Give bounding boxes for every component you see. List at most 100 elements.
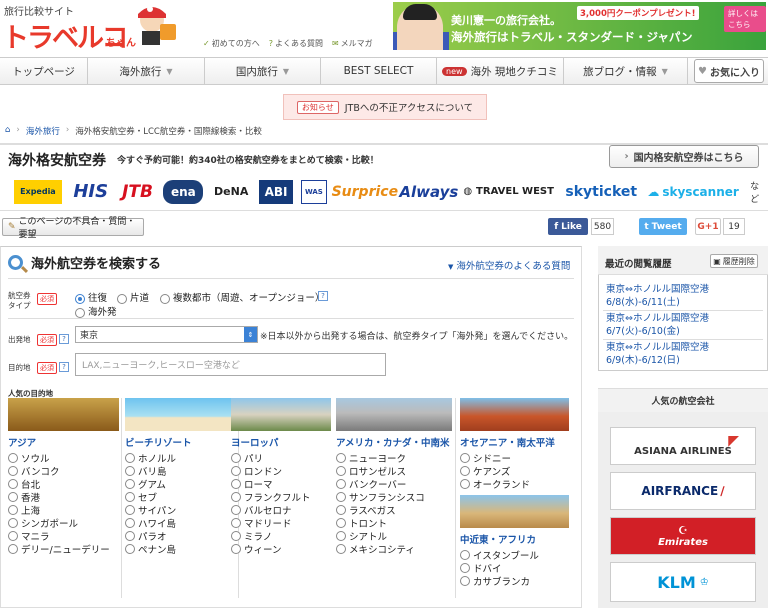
favorites-button[interactable]: ♥ お気に入り [694, 59, 764, 83]
city-option[interactable]: バリ島 [125, 464, 239, 478]
region-name[interactable]: 中近東・アフリカ [460, 532, 572, 546]
agency-logo-dena[interactable]: DeNA [211, 180, 251, 204]
city-option[interactable]: ミラノ [231, 529, 345, 543]
radio-icon [336, 491, 346, 502]
radio-icon [8, 504, 18, 515]
agency-logo-surprice[interactable]: Surprice [332, 180, 398, 204]
home-icon[interactable]: ⌂ [5, 125, 10, 137]
city-option[interactable]: 台北 [8, 477, 122, 491]
agency-logo-always[interactable]: Always [399, 180, 458, 204]
region-beach: ビーチリゾート ホノルル バリ島 グアム セブ サイパン ハワイ島 パラオ ペナ… [125, 398, 239, 598]
agency-logo-jtb[interactable]: JTB [120, 180, 156, 204]
agency-logo-expedia[interactable]: Expedia [14, 179, 62, 204]
agency-logo-skyticket[interactable]: skyticket [562, 180, 640, 204]
facebook-like-button[interactable]: f Like [548, 218, 588, 235]
help-icon[interactable]: ? [318, 291, 328, 301]
airline-airfrance[interactable]: AIRFRANCE ∕ [610, 472, 756, 510]
gplus-button[interactable]: G+1 [695, 218, 721, 235]
agency-logo-skyscanner[interactable]: ☁ skyscanner [647, 180, 738, 204]
city-option[interactable]: メキシコシティ [336, 542, 456, 556]
domestic-flights-button[interactable]: › 国内格安航空券はこちら [609, 145, 759, 168]
city-option[interactable]: ペナン島 [125, 542, 239, 556]
city-option[interactable]: パリ [231, 451, 345, 465]
city-option[interactable]: パラオ [125, 529, 239, 543]
city-option[interactable]: ニューヨーク [336, 451, 456, 465]
first-time-link[interactable]: ✓ 初めての方へ [203, 38, 260, 49]
city-option[interactable]: ハワイ島 [125, 516, 239, 530]
city-option[interactable]: ウィーン [231, 542, 345, 556]
clear-history-button[interactable]: ▣ 履歴削除 [710, 254, 758, 268]
destination-input[interactable]: LAX,ニューヨーク,ヒースロー空港など [75, 353, 386, 376]
feedback-button[interactable]: ✎ このページの不具合・質問・要望 [2, 217, 144, 240]
tweet-button[interactable]: t Tweet [639, 218, 687, 235]
recent-item[interactable]: 東京⇔ホノルル国際空港 6/9(木)-6/12(日) [606, 341, 709, 367]
breadcrumb-overseas[interactable]: 海外旅行 [26, 125, 60, 137]
city-option[interactable]: ホノルル [125, 451, 239, 465]
nav-overseas[interactable]: 海外旅行 ▼ [88, 58, 205, 84]
agency-logo-his[interactable]: HIS [70, 180, 112, 204]
city-option[interactable]: オークランド [460, 477, 572, 491]
city-option[interactable]: バンクーバー [336, 477, 456, 491]
ticket-type-oneway[interactable]: 片道 [117, 290, 149, 304]
city-option[interactable]: バルセロナ [231, 503, 345, 517]
city-option[interactable]: イスタンブール [460, 548, 572, 562]
city-option[interactable]: デリー/ニューデリー [8, 542, 122, 556]
city-option[interactable]: マドリード [231, 516, 345, 530]
agency-logo-was[interactable]: WAS [300, 179, 327, 204]
radio-icon [460, 549, 470, 560]
faq-link[interactable]: ▼ 海外航空券のよくある質問 [448, 258, 570, 272]
agencies-etc: など [750, 181, 760, 205]
region-name[interactable]: アジア [8, 435, 122, 449]
ticket-type-roundtrip[interactable]: 往復 [75, 290, 107, 304]
airline-emirates[interactable]: ☪ Emirates [610, 517, 756, 555]
city-option[interactable]: ローマ [231, 477, 345, 491]
region-name[interactable]: アメリカ・カナダ・中南米 [336, 435, 456, 449]
city-option[interactable]: シドニー [460, 451, 572, 465]
city-option[interactable]: マニラ [8, 529, 122, 543]
recent-item[interactable]: 東京⇔ホノルル国際空港 6/7(火)-6/10(金) [606, 312, 709, 338]
departure-select[interactable]: 東京 [75, 326, 258, 343]
city-option[interactable]: セブ [125, 490, 239, 504]
ticket-type-multicity[interactable]: 複数都市（周遊、オープンジョー） [160, 290, 324, 304]
city-option[interactable]: ロンドン [231, 464, 345, 478]
region-name[interactable]: オセアニア・南太平洋 [460, 435, 572, 449]
nav-reviews[interactable]: new 海外 現地クチコミ [437, 58, 564, 84]
city-option[interactable]: ソウル [8, 451, 122, 465]
airline-asiana[interactable]: ◤ ASIANA AIRLINES [610, 427, 756, 465]
newsletter-link[interactable]: ✉ メルマガ [332, 38, 373, 49]
city-option[interactable]: ロサンゼルス [336, 464, 456, 478]
city-option[interactable]: ケアンズ [460, 464, 572, 478]
ticket-type-overseas-departure[interactable]: 海外発 [75, 304, 117, 318]
nav-blog[interactable]: 旅ブログ・情報 ▼ [564, 58, 688, 84]
help-icon[interactable]: ? [59, 334, 69, 344]
region-name[interactable]: ヨーロッパ [231, 435, 345, 449]
region-name[interactable]: ビーチリゾート [125, 435, 239, 449]
ad-banner[interactable]: 美川憲一の旅行会社。 海外旅行はトラベル・スタンダード・ジャパン 3,000円ク… [393, 2, 766, 50]
city-option[interactable]: ドバイ [460, 561, 572, 575]
help-icon[interactable]: ? [59, 362, 69, 372]
nav-best-select[interactable]: BEST SELECT [321, 58, 437, 84]
airline-klm[interactable]: KLM ♔ [610, 562, 756, 602]
agency-logo-abi[interactable]: ABI [259, 179, 293, 204]
banner-detail-button[interactable]: 詳しくはこちら [724, 6, 766, 32]
city-option[interactable]: バンコク [8, 464, 122, 478]
city-option[interactable]: シンガポール [8, 516, 122, 530]
city-option[interactable]: グアム [125, 477, 239, 491]
city-option[interactable]: サイパン [125, 503, 239, 517]
city-option[interactable]: カサブランカ [460, 574, 572, 588]
recent-item[interactable]: 東京⇔ホノルル国際空港 6/8(水)-6/11(土) [606, 283, 709, 309]
city-option[interactable]: トロント [336, 516, 456, 530]
nav-top[interactable]: トップページ [0, 58, 88, 84]
city-option[interactable]: フランクフルト [231, 490, 345, 504]
agency-logo-ena[interactable]: ena [163, 179, 204, 204]
agency-logo-travel-west[interactable]: ◍ TRAVEL WEST [463, 180, 555, 204]
faq-header-link[interactable]: ? よくある質問 [269, 38, 323, 49]
city-option[interactable]: 香港 [8, 490, 122, 504]
city-option[interactable]: サンフランシスコ [336, 490, 456, 504]
select-arrow-icon[interactable]: ⇕ [244, 327, 257, 342]
nav-domestic[interactable]: 国内旅行 ▼ [205, 58, 321, 84]
city-option[interactable]: シアトル [336, 529, 456, 543]
city-option[interactable]: ラスベガス [336, 503, 456, 517]
notice-bar[interactable]: お知らせ JTBへの不正アクセスについて [283, 94, 487, 120]
city-option[interactable]: 上海 [8, 503, 122, 517]
